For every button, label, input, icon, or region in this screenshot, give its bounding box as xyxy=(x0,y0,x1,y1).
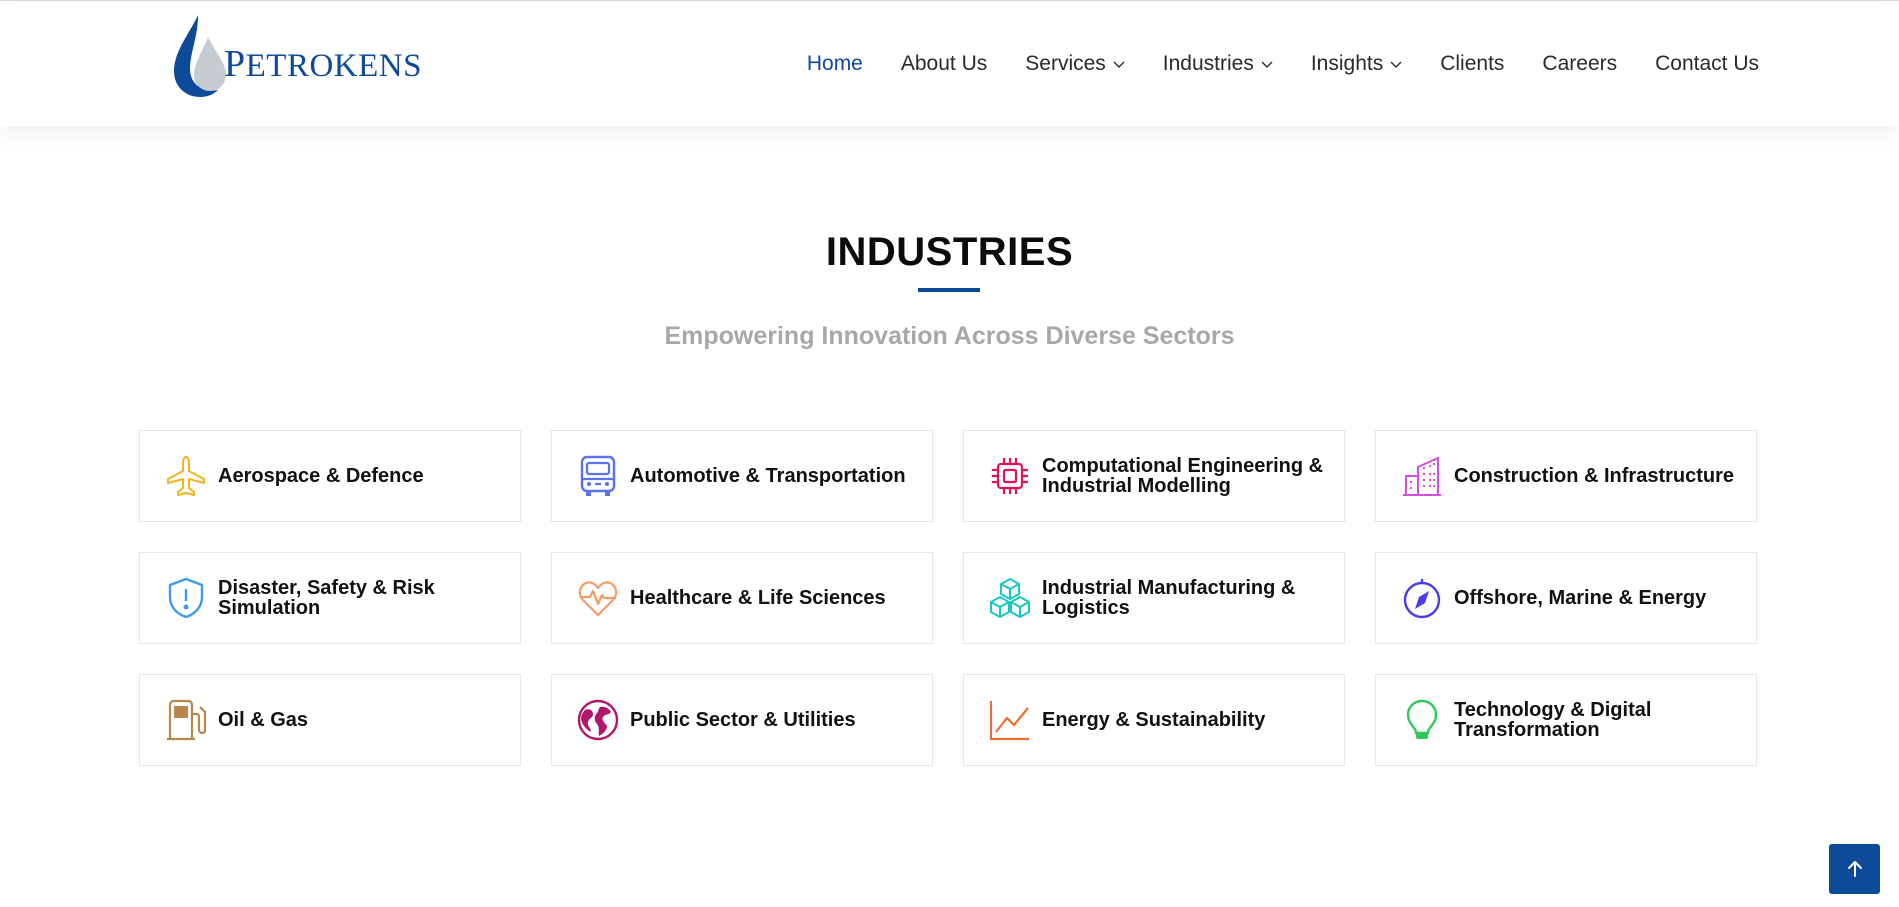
compass-icon xyxy=(1400,576,1444,620)
industry-card-computational-engineering[interactable]: Computational Engineering & Industrial M… xyxy=(963,430,1345,522)
industry-label: Offshore, Marine & Energy xyxy=(1454,587,1707,609)
industry-card-construction[interactable]: Construction & Infrastructure xyxy=(1375,430,1757,522)
industry-card-aerospace[interactable]: Aerospace & Defence xyxy=(139,430,521,522)
industry-card-disaster-safety[interactable]: Disaster, Safety & Risk Simulation xyxy=(139,552,521,644)
industry-label: Disaster, Safety & Risk Simulation xyxy=(218,577,435,619)
nav-about-us[interactable]: About Us xyxy=(901,52,987,76)
nav-clients[interactable]: Clients xyxy=(1440,52,1504,76)
section-subtitle: Empowering Innovation Across Diverse Sec… xyxy=(664,322,1235,350)
heart-pulse-icon xyxy=(576,576,620,620)
lightbulb-icon xyxy=(1400,698,1444,742)
industry-label: Technology & Digital Transformation xyxy=(1454,699,1652,741)
industry-label: Public Sector & Utilities xyxy=(630,709,856,731)
scroll-to-top-button[interactable] xyxy=(1829,844,1880,894)
industry-label: Automotive & Transportation xyxy=(630,465,906,487)
industries-grid: Aerospace & Defence Automotive & Transpo… xyxy=(139,430,1759,766)
industry-card-automotive[interactable]: Automotive & Transportation xyxy=(551,430,933,522)
industry-label: Computational Engineering & Industrial M… xyxy=(1042,455,1324,497)
title-underline xyxy=(918,288,980,292)
fuel-pump-icon xyxy=(164,698,208,742)
chevron-down-icon xyxy=(1390,61,1402,68)
site-header: PETROKENS Home About Us Services Industr… xyxy=(0,1,1899,126)
nav-contact-us[interactable]: Contact Us xyxy=(1655,52,1759,76)
arrow-up-icon xyxy=(1847,861,1862,877)
nav-careers[interactable]: Careers xyxy=(1542,52,1617,76)
industry-card-oil-gas[interactable]: Oil & Gas xyxy=(139,674,521,766)
industry-label: Construction & Infrastructure xyxy=(1454,465,1735,487)
industry-card-energy-sustainability[interactable]: Energy & Sustainability xyxy=(963,674,1345,766)
oil-drop-logo-icon xyxy=(174,15,226,97)
chevron-down-icon xyxy=(1113,61,1125,68)
chevron-down-icon xyxy=(1261,61,1273,68)
cpu-chip-icon xyxy=(988,454,1032,498)
logo[interactable]: PETROKENS xyxy=(168,11,421,101)
industry-label: Energy & Sustainability xyxy=(1042,709,1266,731)
shield-alert-icon xyxy=(164,576,208,620)
nav-services[interactable]: Services xyxy=(1025,52,1125,76)
industry-label: Healthcare & Life Sciences xyxy=(630,587,886,609)
main-nav: Home About Us Services Industries Insigh… xyxy=(769,1,1759,126)
industry-card-manufacturing[interactable]: Industrial Manufacturing & Logistics xyxy=(963,552,1345,644)
globe-icon xyxy=(576,698,620,742)
boxes-icon xyxy=(988,576,1032,620)
industry-card-public-sector[interactable]: Public Sector & Utilities xyxy=(551,674,933,766)
industry-label: Aerospace & Defence xyxy=(218,465,424,487)
building-icon xyxy=(1400,454,1444,498)
nav-insights[interactable]: Insights xyxy=(1311,52,1402,76)
nav-home[interactable]: Home xyxy=(807,52,863,76)
industry-card-healthcare[interactable]: Healthcare & Life Sciences xyxy=(551,552,933,644)
airplane-icon xyxy=(164,454,208,498)
industry-card-technology[interactable]: Technology & Digital Transformation xyxy=(1375,674,1757,766)
nav-industries[interactable]: Industries xyxy=(1163,52,1273,76)
logo-text: PETROKENS xyxy=(224,43,422,85)
section-title: INDUSTRIES xyxy=(825,230,1074,274)
bus-icon xyxy=(576,454,620,498)
industry-card-offshore-marine[interactable]: Offshore, Marine & Energy xyxy=(1375,552,1757,644)
line-chart-icon xyxy=(988,698,1032,742)
industry-label: Industrial Manufacturing & Logistics xyxy=(1042,577,1296,619)
industry-label: Oil & Gas xyxy=(218,709,309,731)
